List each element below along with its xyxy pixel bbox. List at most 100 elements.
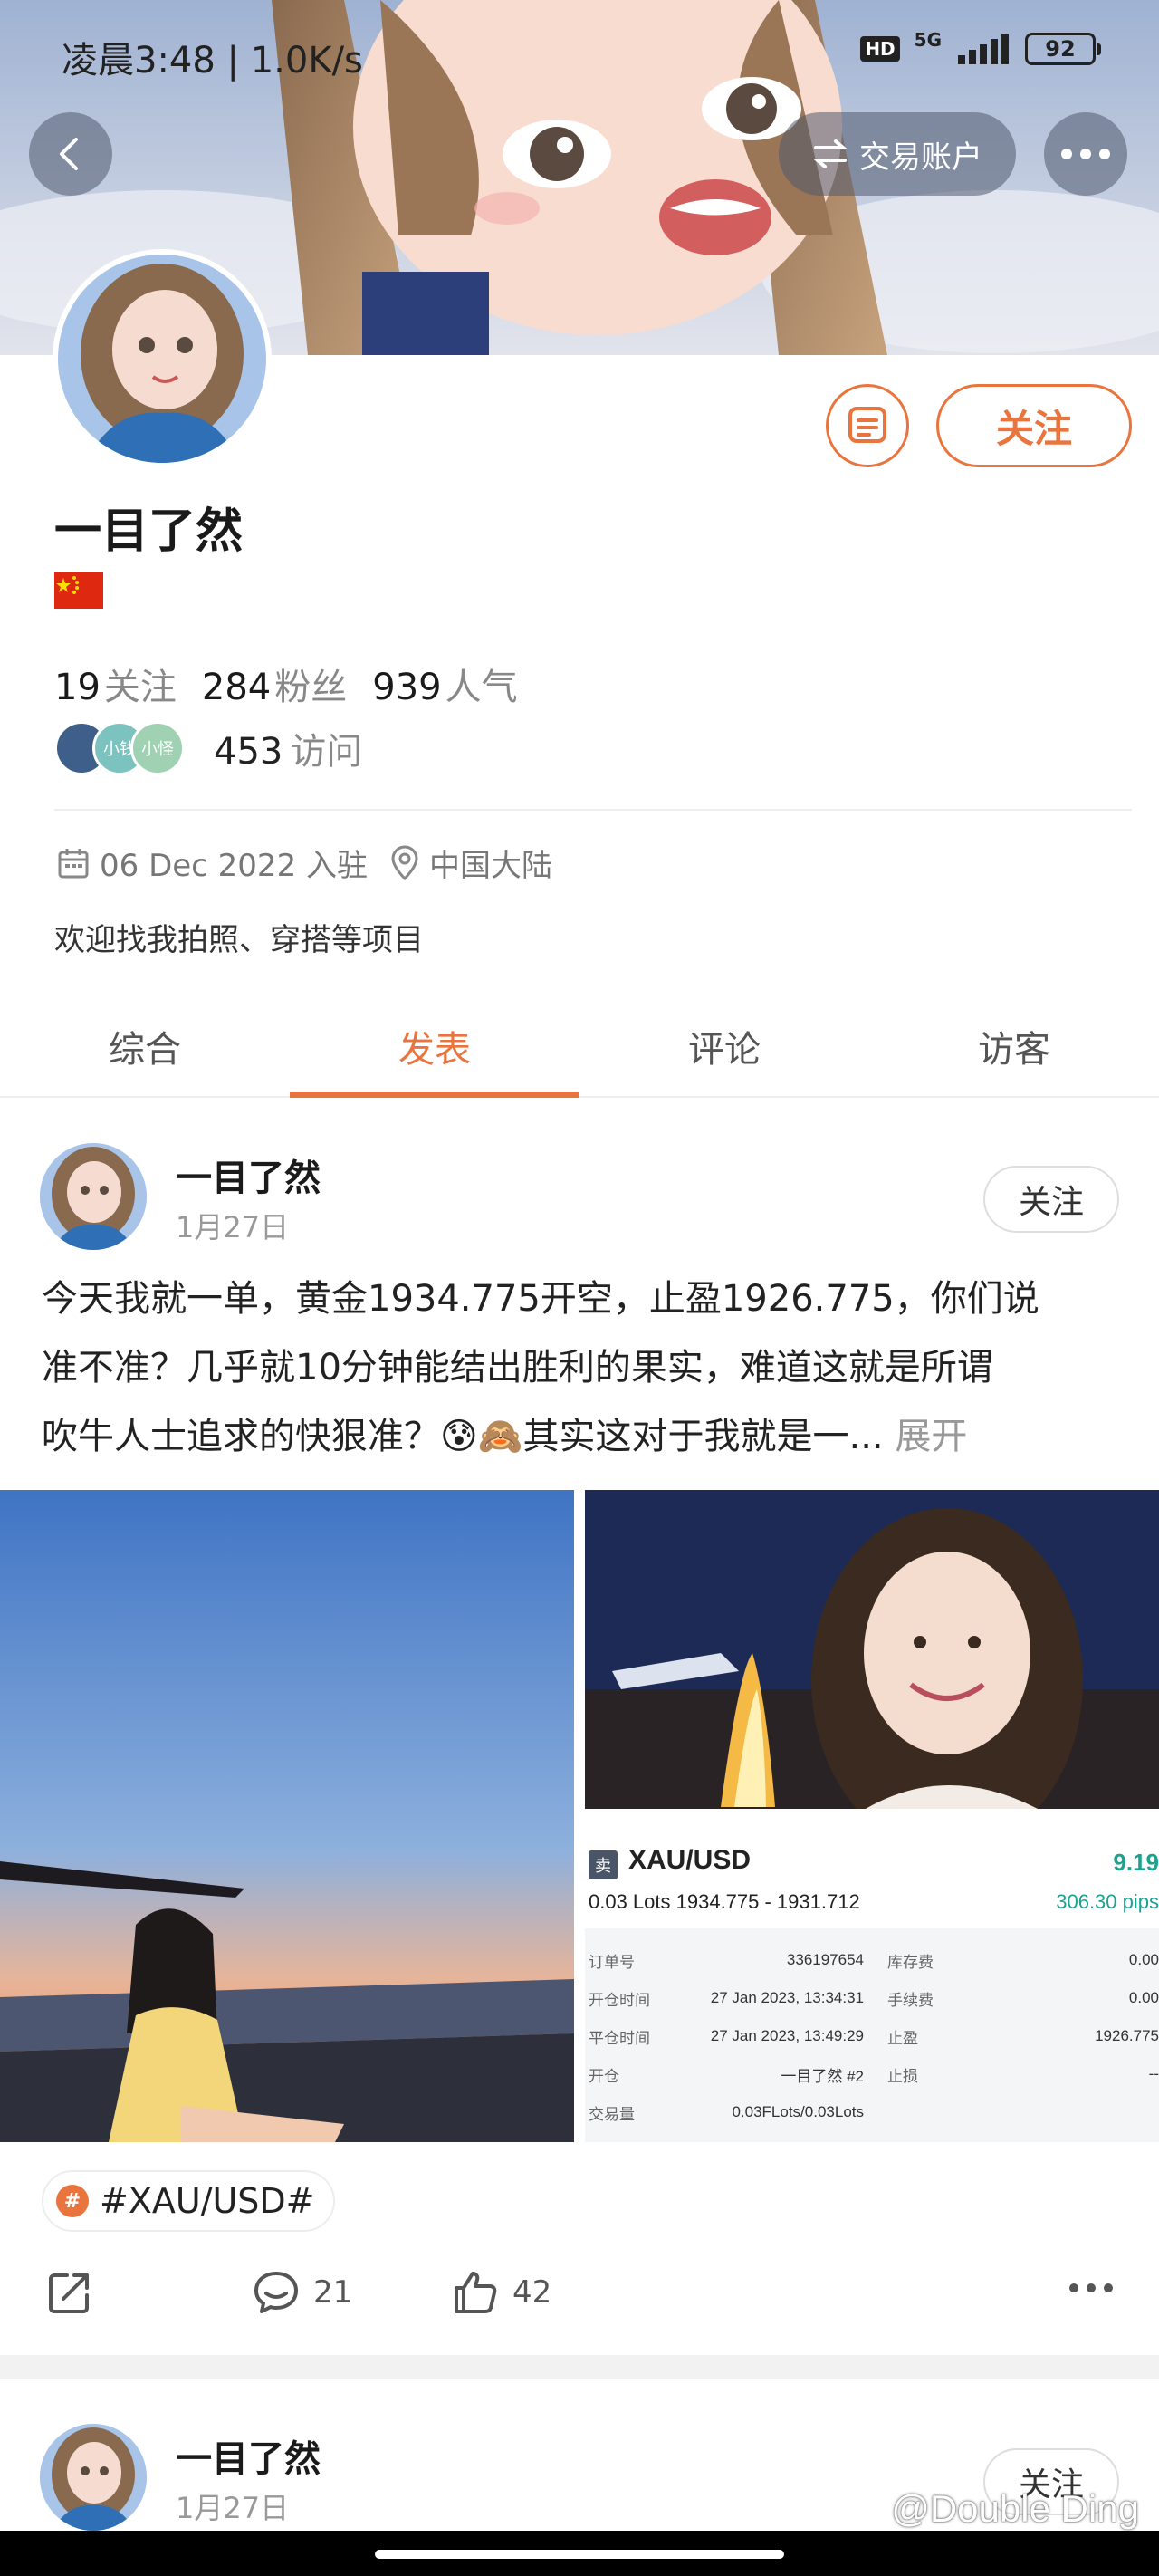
comment-button[interactable]: 21 [252, 2268, 352, 2317]
message-button[interactable] [826, 384, 909, 467]
trade-value: 27 Jan 2023, 13:49:29 [710, 2027, 864, 2044]
status-indicators: HD 5G 92 [860, 29, 1101, 65]
trade-lots: 0.03 Lots 1934.775 - 1931.712 [589, 1890, 860, 1913]
divider [54, 809, 1132, 811]
post-follow-button[interactable]: 关注 [983, 1166, 1119, 1233]
trade-key: 止盈 [887, 2029, 918, 2047]
trade-account-button[interactable]: 交易账户 [779, 112, 1016, 196]
visits-count: 453 [214, 731, 283, 773]
more-horizontal-icon [1069, 2283, 1113, 2292]
comment-icon [254, 2272, 298, 2313]
topic-tag[interactable]: # #XAU/USD# [42, 2170, 335, 2232]
network-label: 5G [914, 29, 942, 51]
profile-tabs: 综合 发表 评论 访客 [0, 996, 1159, 1098]
visitors-row[interactable]: 小钱 小怪 453 访问 [54, 721, 362, 775]
trade-screenshot[interactable]: 卖 XAU/USD 9.19 0.03 Lots 1934.775 - 1931… [585, 1820, 1159, 2142]
signal-icon [958, 34, 1009, 64]
trade-details-table: 订单号 336197654 库存费 0.00 开仓时间 27 Jan 2023,… [589, 1941, 1159, 2131]
fans-count: 284 [201, 667, 272, 708]
following-stat[interactable]: 19 关注 [54, 658, 177, 710]
trade-value: 1926.775 [1095, 2027, 1159, 2044]
trade-key: 开仓 [589, 2067, 619, 2085]
post-image-bonfire[interactable] [585, 1490, 1159, 1809]
tab-posts[interactable]: 发表 [290, 996, 580, 1098]
trade-row: 订单号 336197654 库存费 0.00 [589, 1941, 1159, 1979]
trade-value: 27 Jan 2023, 13:34:31 [710, 1989, 864, 2006]
post-author-name[interactable]: 一目了然 [176, 1149, 321, 1201]
trade-row: 开仓 一目了然 #2 止损 -- [589, 2055, 1159, 2093]
status-time: 凌晨3:48 | 1.0K/s [62, 40, 363, 82]
sunset-photo [0, 1490, 574, 2142]
sell-badge: 卖 [589, 1850, 618, 1879]
tab-visitors[interactable]: 访客 [869, 996, 1159, 1096]
more-button[interactable] [1044, 112, 1127, 196]
trade-symbol: XAU/USD [628, 1845, 752, 1875]
comment-count: 21 [313, 2274, 353, 2311]
share-icon [49, 2273, 89, 2313]
trade-value: -- [1148, 2065, 1159, 2082]
tab-overview[interactable]: 综合 [0, 996, 290, 1096]
china-flag-icon [54, 572, 103, 609]
follow-button[interactable]: 关注 [936, 384, 1132, 467]
hash-icon: # [56, 2185, 89, 2217]
popularity-stat: 939 人气 [372, 658, 517, 710]
avatar-image [40, 2424, 147, 2531]
visitor-avatar: 小怪 [130, 721, 185, 775]
post-author-name[interactable]: 一目了然 [176, 2429, 321, 2482]
home-indicator[interactable] [375, 2550, 784, 2559]
post-text-line: 今天我就一单，黄金1934.775开空，止盈1926.775，你们说 [42, 1278, 1039, 1320]
trade-value: 336197654 [786, 1951, 864, 1968]
post-text[interactable]: 今天我就一单，黄金1934.775开空，止盈1926.775，你们说 准不准？几… [42, 1264, 1128, 1471]
popularity-label: 人气 [445, 667, 518, 708]
back-button[interactable] [29, 112, 112, 196]
location-pin-icon [391, 845, 418, 880]
swap-arrows-icon [812, 139, 848, 168]
section-divider [0, 2355, 1159, 2379]
hd-badge: HD [860, 36, 900, 62]
trade-key: 止损 [887, 2067, 918, 2085]
like-button[interactable]: 42 [451, 2268, 551, 2317]
trade-row: 交易量 0.03FLots/0.03Lots [589, 2093, 1159, 2131]
trade-key: 开仓时间 [589, 1991, 650, 2009]
message-icon [848, 407, 886, 443]
post-image-sunset[interactable] [0, 1490, 574, 2142]
post-date: 1月27日 [176, 2491, 290, 2525]
trade-value: 0.00 [1128, 1951, 1159, 1968]
trade-key: 平仓时间 [589, 2029, 650, 2047]
trade-key: 手续费 [887, 1991, 934, 2009]
watermark: @Double Ding [891, 2487, 1139, 2530]
visits-label: 访问 [290, 731, 363, 773]
trade-header: 卖 XAU/USD 9.19 0.03 Lots 1934.775 - 1931… [585, 1820, 1159, 1928]
trade-account-label: 交易账户 [859, 139, 982, 176]
profile-avatar[interactable] [53, 249, 272, 468]
trade-value: 一目了然 #2 [781, 2067, 864, 2085]
popularity-count: 939 [372, 667, 442, 708]
chevron-left-icon [60, 138, 78, 170]
fans-stat[interactable]: 284 粉丝 [202, 658, 347, 710]
trade-row: 开仓时间 27 Jan 2023, 13:34:31 手续费 0.00 [589, 1979, 1159, 2017]
trade-key: 库存费 [887, 1953, 934, 1971]
expand-link[interactable]: 展开 [895, 1416, 967, 1457]
trade-row: 平仓时间 27 Jan 2023, 13:49:29 止盈 1926.775 [589, 2017, 1159, 2055]
tab-comments[interactable]: 评论 [580, 996, 869, 1096]
post-more-button[interactable] [1068, 2283, 1114, 2293]
post-text-line: 吹牛人士追求的快狠准？😰🙈其实这对于我就是一... [42, 1416, 884, 1457]
avatar-image [40, 1143, 147, 1250]
join-date: 06 Dec 2022 入驻 [100, 848, 369, 884]
visits-stat: 453 访问 [214, 722, 362, 774]
battery-indicator: 92 [1025, 33, 1101, 65]
fans-label: 粉丝 [274, 667, 348, 708]
status-bar: 凌晨3:48 | 1.0K/s HD 5G 92 [0, 0, 1159, 109]
trade-pips: 306.30 pips [1056, 1890, 1159, 1913]
profile-bio: 欢迎找我拍照、穿搭等项目 [54, 922, 424, 958]
trade-value: 0.03FLots/0.03Lots [732, 2103, 864, 2120]
thumbs-up-icon [455, 2272, 497, 2313]
following-label: 关注 [103, 667, 177, 708]
trade-key: 订单号 [589, 1953, 635, 1971]
post-text-line: 准不准？几乎就10分钟能结出胜利的果实，难道这就是所谓 [42, 1347, 993, 1389]
post-author-avatar[interactable] [40, 1143, 147, 1250]
like-count: 42 [512, 2274, 552, 2311]
post-author-avatar[interactable] [40, 2424, 147, 2531]
share-button[interactable] [45, 2268, 94, 2317]
more-horizontal-icon [1061, 149, 1110, 159]
